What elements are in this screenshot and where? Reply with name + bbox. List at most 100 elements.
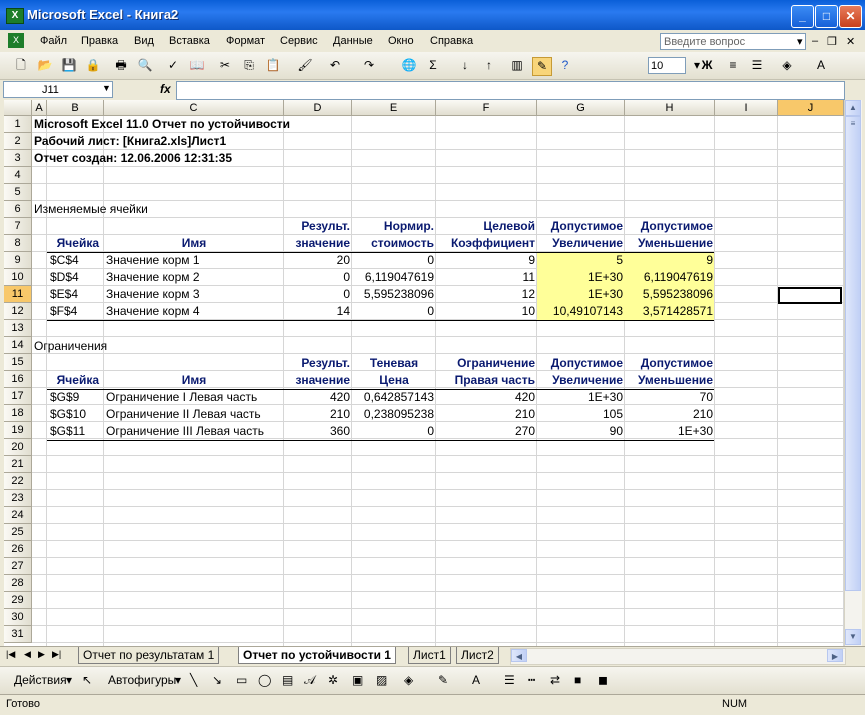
cell-allow-decrease[interactable]: 6,119047619 [625, 269, 713, 286]
col-header-f[interactable]: F [436, 100, 537, 116]
select-objects-icon[interactable]: ↖ [82, 673, 92, 687]
cell-objective-coef[interactable]: 10 [436, 303, 535, 320]
next-sheet-icon[interactable]: ▶ [38, 649, 45, 660]
draw-actions-menu[interactable]: Действия [14, 673, 67, 687]
diagram-icon[interactable]: ✲ [328, 673, 338, 687]
permission-icon[interactable]: 🔒 [84, 57, 102, 74]
oval-icon[interactable]: ◯ [258, 673, 271, 687]
autoshapes-arrow-icon[interactable]: ▾ [175, 673, 181, 687]
row-header-15[interactable]: 15 [4, 354, 32, 371]
horizontal-scrollbar[interactable]: ◀ ▶ [510, 648, 846, 665]
rectangle-icon[interactable]: ▭ [236, 673, 247, 687]
row-header-13[interactable]: 13 [4, 320, 32, 337]
cell-reduced-cost[interactable]: 0 [352, 252, 434, 269]
print-preview-icon[interactable]: 🔍 [136, 57, 154, 74]
mdi-close-icon[interactable]: ✕ [846, 35, 855, 48]
cell-reduced-cost[interactable]: 6,119047619 [352, 269, 434, 286]
print-icon[interactable]: 🖶 [112, 57, 130, 74]
row-header-2[interactable]: 2 [4, 133, 32, 150]
cell-reduced-cost[interactable]: 0 [352, 303, 434, 320]
cell-value[interactable]: 0 [284, 286, 350, 303]
chart-wizard-icon[interactable]: ▥ [508, 57, 526, 74]
merge-center-icon[interactable]: ☰ [748, 57, 766, 74]
cell-value[interactable]: 0 [284, 269, 350, 286]
row-header-12[interactable]: 12 [4, 303, 32, 320]
cell-allow-increase[interactable]: 1E+30 [537, 269, 623, 286]
cell-name[interactable]: Значение корм 1 [106, 252, 282, 269]
menu-data[interactable]: Данные [333, 35, 373, 47]
vertical-scrollbar[interactable]: ▲ ≡ ▼ [844, 100, 862, 646]
wordart-icon[interactable]: 𝒜 [304, 673, 315, 688]
sort-ascending-icon[interactable]: ↓ [456, 57, 474, 74]
drawing-icon[interactable]: ✎ [532, 57, 552, 76]
col-header-e[interactable]: E [352, 100, 436, 116]
line-style-icon[interactable]: ☰ [504, 673, 515, 687]
active-cell[interactable] [778, 287, 842, 304]
maximize-button[interactable]: □ [815, 5, 838, 28]
cell-value[interactable]: 14 [284, 303, 350, 320]
last-sheet-icon[interactable]: ▶| [52, 649, 61, 660]
menu-format[interactable]: Формат [226, 35, 265, 47]
constraint-allow-increase[interactable]: 105 [537, 406, 623, 423]
col-header-i[interactable]: I [715, 100, 778, 116]
sort-descending-icon[interactable]: ↑ [480, 57, 498, 74]
row-header-28[interactable]: 28 [4, 575, 32, 592]
cell-reduced-cost[interactable]: 5,595238096 [352, 286, 434, 303]
insert-function-icon[interactable]: fx [160, 82, 171, 96]
dash-style-icon[interactable]: ┅ [528, 673, 535, 687]
cell-objective-coef[interactable]: 11 [436, 269, 535, 286]
name-box-arrow-icon[interactable]: ▼ [102, 83, 111, 93]
format-painter-icon[interactable]: 🖌 [296, 57, 314, 74]
arrow-style-icon[interactable]: ⇄ [550, 673, 560, 687]
scroll-right-icon[interactable]: ▶ [827, 649, 843, 662]
constraint-allow-decrease[interactable]: 70 [625, 389, 713, 406]
draw-font-color-icon[interactable]: A [472, 673, 480, 687]
menu-help[interactable]: Справка [430, 35, 473, 47]
line-color-icon[interactable]: ✎ [438, 673, 448, 687]
row-header-31[interactable]: 31 [4, 626, 32, 643]
constraint-value[interactable]: 210 [284, 406, 350, 423]
scroll-thumb[interactable]: ≡ [845, 116, 861, 591]
col-header-b[interactable]: B [47, 100, 104, 116]
row-header-24[interactable]: 24 [4, 507, 32, 524]
undo-icon[interactable]: ↶ [326, 57, 344, 74]
copy-icon[interactable]: ⎘ [240, 57, 258, 74]
tab-sensitivity-report[interactable]: Отчет по устойчивости 1 [238, 647, 396, 664]
new-icon[interactable]: 🗋 [12, 57, 30, 74]
cell-ref[interactable]: $D$4 [50, 269, 102, 286]
constraint-shadow-price[interactable]: 0,238095238 [352, 406, 434, 423]
row-header-23[interactable]: 23 [4, 490, 32, 507]
col-header-j[interactable]: J [778, 100, 844, 116]
row-header-16[interactable]: 16 [4, 371, 32, 388]
row-header-29[interactable]: 29 [4, 592, 32, 609]
constraint-shadow-price[interactable]: 0 [352, 423, 434, 440]
minimize-button[interactable]: _ [791, 5, 814, 28]
row-header-20[interactable]: 20 [4, 439, 32, 456]
cell-ref[interactable]: $F$4 [50, 303, 102, 320]
constraint-allow-increase[interactable]: 1E+30 [537, 389, 623, 406]
col-header-g[interactable]: G [537, 100, 625, 116]
row-header-26[interactable]: 26 [4, 541, 32, 558]
clipart-icon[interactable]: ▣ [352, 673, 363, 687]
constraint-rhs[interactable]: 270 [436, 423, 535, 440]
font-color-icon[interactable]: A [812, 57, 830, 74]
row-header-14[interactable]: 14 [4, 337, 32, 354]
menu-tools[interactable]: Сервис [280, 35, 318, 47]
dropdown-arrow-icon[interactable]: ▾ [797, 35, 803, 48]
cell-allow-increase[interactable]: 10,49107143 [537, 303, 623, 320]
cell-name[interactable]: Значение корм 4 [106, 303, 282, 320]
align-center-icon[interactable]: ≡ [724, 57, 742, 74]
hyperlink-icon[interactable]: 🌐 [400, 57, 418, 74]
constraint-allow-increase[interactable]: 90 [537, 423, 623, 440]
textbox-icon[interactable]: ▤ [282, 673, 293, 687]
cell-ref[interactable]: $C$4 [50, 252, 102, 269]
menu-insert[interactable]: Вставка [169, 35, 210, 47]
name-box[interactable]: J11 [3, 81, 113, 98]
first-sheet-icon[interactable]: |◀ [6, 649, 15, 660]
redo-icon[interactable]: ↷ [360, 57, 378, 74]
paste-icon[interactable]: 📋 [264, 57, 282, 74]
constraint-value[interactable]: 420 [284, 389, 350, 406]
draw-autoshapes-menu[interactable]: Автофигуры [108, 673, 176, 687]
tab-answer-report[interactable]: Отчет по результатам 1 [78, 647, 220, 664]
constraint-allow-decrease[interactable]: 1E+30 [625, 423, 713, 440]
